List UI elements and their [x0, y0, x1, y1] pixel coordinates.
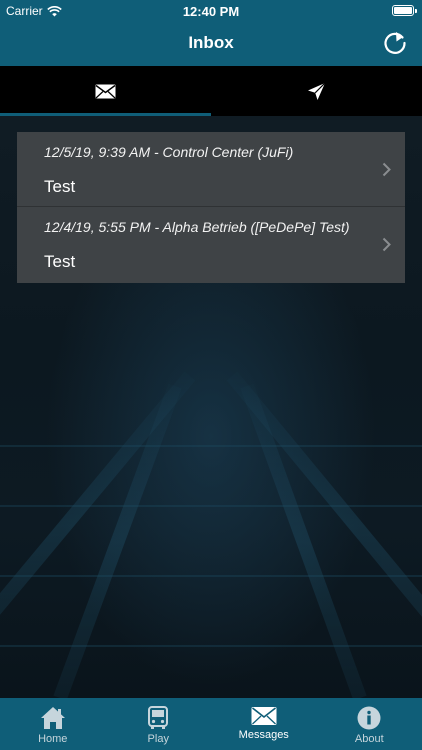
- chevron-right-icon: [382, 162, 391, 177]
- message-subject: Test: [44, 177, 76, 196]
- message-meta: 12/4/19, 5:55 PM - Alpha Betrieb ([PeDeP…: [44, 219, 350, 235]
- page-title: Inbox: [188, 33, 234, 52]
- home-icon: [40, 707, 65, 729]
- info-icon: [357, 706, 381, 730]
- message-list: 12/5/19, 9:39 AM - Control Center (JuFi)…: [17, 132, 405, 283]
- tabbar-messages[interactable]: Messages: [211, 698, 317, 750]
- tabbar-label: Messages: [238, 729, 289, 741]
- paper-plane-icon: [308, 82, 326, 100]
- envelope-icon: [95, 84, 116, 98]
- tabbar-label: About: [354, 733, 384, 745]
- list-item[interactable]: 12/4/19, 5:55 PM - Alpha Betrieb ([PeDeP…: [17, 207, 405, 283]
- tab-sent[interactable]: [211, 66, 422, 116]
- status-time: 12:40 PM: [182, 4, 240, 19]
- tabbar-play[interactable]: Play: [106, 698, 212, 750]
- tabbar-home[interactable]: Home: [0, 698, 106, 750]
- tab-inbox[interactable]: [0, 66, 211, 116]
- chevron-right-icon: [382, 237, 391, 252]
- tabbar-label: Play: [147, 733, 169, 745]
- tabbar-label: Home: [38, 733, 68, 745]
- battery-icon: [392, 5, 417, 16]
- bottom-tab-bar: Home Play Messages About: [0, 698, 422, 750]
- tabbar-about[interactable]: About: [317, 698, 422, 750]
- top-bar: Carrier 12:40 PM Inbox: [0, 0, 422, 66]
- refresh-icon[interactable]: [382, 30, 408, 56]
- message-subject: Test: [44, 252, 76, 271]
- bus-icon: [148, 706, 169, 729]
- message-tabs: [0, 66, 422, 116]
- envelope-icon: [251, 707, 277, 725]
- list-item[interactable]: 12/5/19, 9:39 AM - Control Center (JuFi)…: [17, 132, 405, 207]
- status-bar: Carrier 12:40 PM: [0, 0, 422, 22]
- message-meta: 12/5/19, 9:39 AM - Control Center (JuFi): [44, 144, 294, 160]
